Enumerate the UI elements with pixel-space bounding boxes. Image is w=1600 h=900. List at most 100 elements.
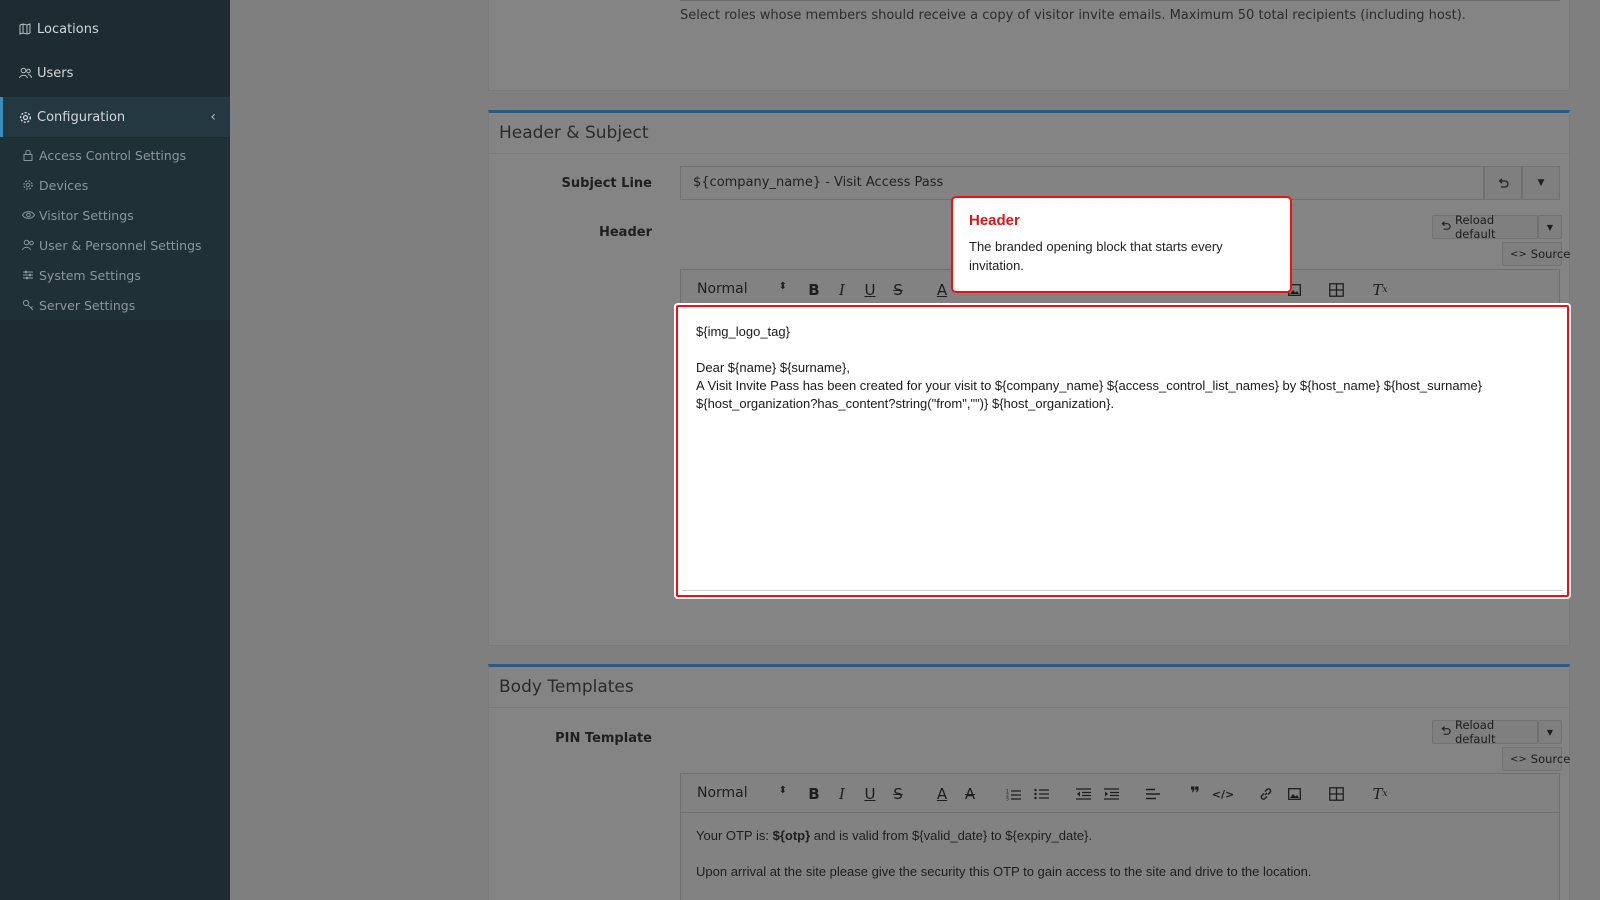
sidebar-item-system-settings[interactable]: System Settings: [22, 260, 141, 290]
sidebar-item-users[interactable]: Users: [0, 53, 230, 93]
format-select[interactable]: Normal ⬍: [697, 785, 787, 801]
blockquote-icon[interactable]: ❞: [1186, 784, 1204, 804]
subject-line-label: Subject Line: [561, 176, 652, 191]
sidebar-item-label: System Settings: [39, 267, 141, 283]
ordered-list-icon[interactable]: 123: [1004, 784, 1022, 804]
image-icon[interactable]: [1285, 784, 1303, 804]
underline-icon[interactable]: U: [861, 280, 879, 300]
map-icon: [18, 22, 32, 36]
reload-default-button[interactable]: Reload default: [1432, 213, 1538, 241]
editor-line: Upon arrival at the site please give the…: [696, 864, 1312, 879]
format-select-value: Normal: [697, 785, 748, 801]
header-editor-content[interactable]: ${img_logo_tag} Dear ${name} ${surname},…: [696, 323, 1556, 413]
clear-formatting-icon[interactable]: Tx: [1371, 280, 1389, 300]
undo-icon: [1498, 178, 1509, 188]
reset-subject-button[interactable]: [1484, 166, 1522, 200]
recipients-help-text: Select roles whose members should receiv…: [680, 8, 1466, 23]
divider: [489, 153, 1569, 154]
card-title: Body Templates: [499, 677, 634, 697]
button-label: Source: [1530, 247, 1571, 261]
sidebar-item-label: Users: [37, 65, 74, 81]
strikethrough-icon[interactable]: S: [889, 784, 907, 804]
editor-bold-text: ${otp}: [772, 828, 811, 843]
underline-icon[interactable]: U: [861, 784, 879, 804]
sidebar-item-label: Access Control Settings: [39, 147, 187, 163]
lock-icon: [22, 149, 35, 162]
editor-text: and is valid from ${valid_date} to ${exp…: [810, 828, 1093, 843]
caret-down-icon: ▼: [1537, 178, 1545, 188]
users-icon: [22, 239, 35, 252]
header-editor[interactable]: ${img_logo_tag} Dear ${name} ${surname},…: [676, 305, 1569, 597]
code-icon: <>: [1510, 753, 1527, 765]
sidebar-item-access-control-settings[interactable]: Access Control Settings: [22, 140, 186, 170]
sidebar-item-locations[interactable]: Locations: [0, 9, 230, 49]
reload-options-dropdown[interactable]: ▼: [1538, 720, 1562, 744]
sidebar-item-devices[interactable]: Devices: [22, 170, 88, 200]
button-label: Reload default: [1455, 213, 1496, 241]
source-button[interactable]: <> Source: [1502, 242, 1570, 266]
button-label: Source: [1530, 752, 1571, 766]
background-color-icon[interactable]: A: [961, 784, 979, 804]
italic-icon[interactable]: I: [833, 280, 851, 300]
sidebar-item-label: Server Settings: [39, 297, 136, 313]
divider: [680, 0, 1560, 1]
format-select[interactable]: Normal ⬍: [697, 281, 787, 297]
sidebar-subnav: Access Control Settings Devices Visitor …: [0, 138, 230, 320]
caret-down-icon: ▼: [1546, 727, 1554, 737]
table-icon[interactable]: [1327, 280, 1345, 300]
sidebar-item-label: Locations: [37, 21, 99, 37]
format-select-value: Normal: [697, 281, 748, 297]
gear-icon: [18, 110, 32, 124]
strikethrough-icon[interactable]: S: [889, 280, 907, 300]
italic-icon[interactable]: I: [833, 784, 851, 804]
pin-template-label: PIN Template: [555, 731, 652, 746]
editor-line: A Visit Invite Pass has been created for…: [696, 378, 1483, 393]
sidebar-item-user-personnel-settings[interactable]: User & Personnel Settings: [22, 230, 202, 260]
gear-icon: [22, 179, 35, 192]
editor-text: Your OTP is:: [696, 828, 773, 843]
chevron-left-icon[interactable]: ‹: [210, 109, 216, 125]
sidebar-item-configuration[interactable]: Configuration ‹: [0, 97, 230, 137]
indent-icon[interactable]: [1102, 784, 1120, 804]
users-icon: [18, 66, 32, 80]
pin-editor-toolbar: Normal ⬍ B I U S A A 123 ❞ </> Tx: [680, 773, 1560, 813]
tour-tooltip: Header The branded opening block that st…: [951, 196, 1292, 293]
updown-icon: ⬍: [778, 281, 787, 292]
clear-formatting-icon[interactable]: Tx: [1371, 784, 1389, 804]
bold-icon[interactable]: B: [805, 784, 823, 804]
updown-icon: ⬍: [778, 785, 787, 796]
header-label: Header: [598, 225, 652, 240]
text-color-icon[interactable]: A: [933, 784, 951, 804]
editor-line: Dear ${name} ${surname},: [696, 360, 850, 375]
editor-line: ${host_organization?has_content?string("…: [696, 396, 1115, 411]
subject-line-input[interactable]: ${company_name} - Visit Access Pass: [680, 166, 1484, 200]
tooltip-text: The branded opening block that starts ev…: [969, 239, 1223, 273]
key-icon: [22, 299, 35, 312]
code-block-icon[interactable]: </>: [1212, 784, 1234, 804]
sliders-icon: [22, 269, 35, 282]
card-title: Header & Subject: [499, 123, 649, 143]
outdent-icon[interactable]: [1074, 784, 1092, 804]
sidebar-item-label: Devices: [39, 177, 89, 193]
table-icon[interactable]: [1327, 784, 1345, 804]
text-color-icon[interactable]: A: [933, 280, 951, 300]
bold-icon[interactable]: B: [805, 280, 823, 300]
sidebar-item-label: User & Personnel Settings: [39, 237, 202, 253]
reload-default-button[interactable]: Reload default: [1432, 718, 1538, 746]
undo-icon: [1440, 725, 1451, 739]
svg-text:3: 3: [1006, 796, 1009, 801]
link-icon[interactable]: [1257, 784, 1275, 804]
code-icon: <>: [1510, 248, 1527, 260]
sidebar-item-label: Visitor Settings: [39, 207, 134, 223]
pin-template-editor[interactable]: Your OTP is: ${otp} and is valid from ${…: [680, 813, 1560, 900]
sidebar-item-server-settings[interactable]: Server Settings: [22, 290, 135, 320]
sidebar-item-visitor-settings[interactable]: Visitor Settings: [22, 200, 134, 230]
align-left-icon[interactable]: [1144, 784, 1162, 804]
source-button[interactable]: <> Source: [1502, 747, 1570, 771]
subject-options-dropdown[interactable]: ▼: [1522, 166, 1560, 200]
reload-options-dropdown[interactable]: ▼: [1538, 215, 1562, 239]
button-label: Reload default: [1455, 718, 1496, 746]
divider: [489, 707, 1569, 708]
undo-icon: [1440, 220, 1451, 234]
bullet-list-icon[interactable]: [1032, 784, 1050, 804]
